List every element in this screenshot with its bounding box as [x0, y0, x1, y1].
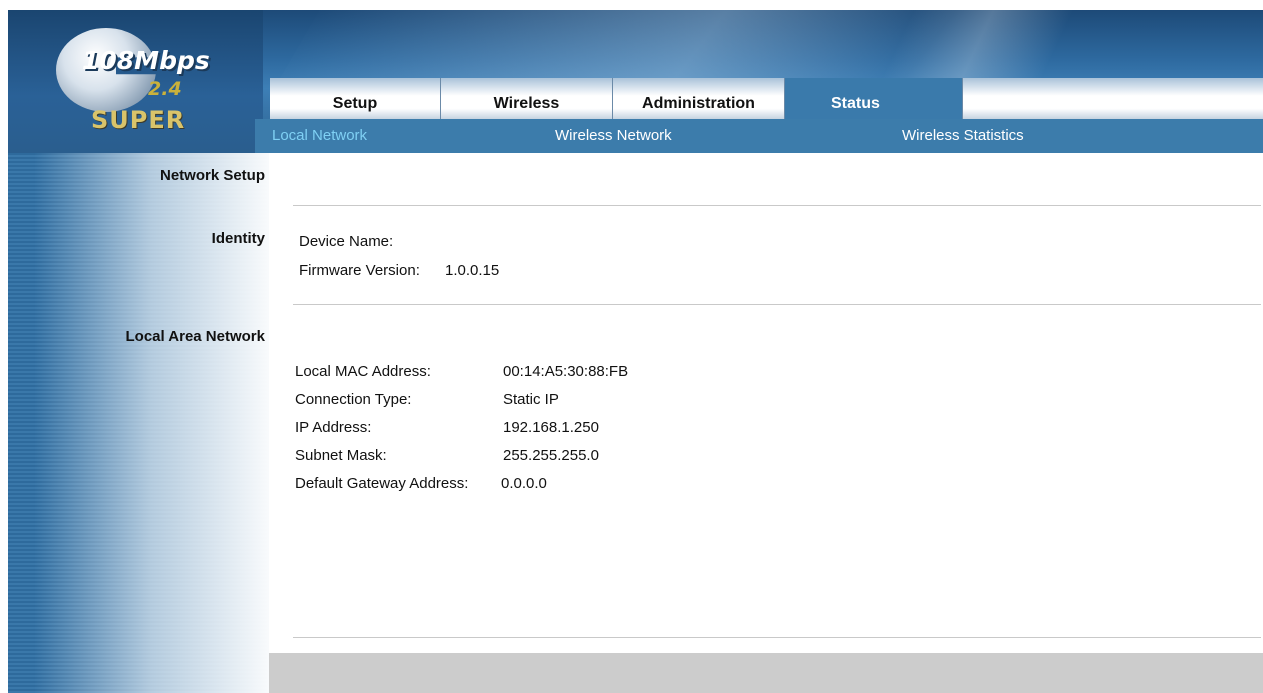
section-title-network-setup: Network Setup	[159, 167, 265, 184]
subnav-local-network[interactable]: Local Network	[272, 127, 367, 144]
default-gateway-value: 0.0.0.0	[501, 475, 547, 492]
sub-navigation: Local Network Wireless Network Wireless …	[255, 119, 1263, 153]
firmware-version-value: 1.0.0.15	[445, 262, 500, 279]
divider	[293, 205, 1261, 206]
logo-brand-text: SUPER	[91, 106, 186, 134]
logo-band-text: 2.4	[148, 78, 182, 100]
logo-speed-text: 108Mbps	[82, 46, 210, 75]
divider	[293, 304, 1261, 305]
section-title-identity: Identity	[211, 230, 265, 247]
divider	[293, 637, 1261, 638]
firmware-version-label: Firmware Version:	[299, 262, 420, 279]
device-name-label: Device Name:	[299, 233, 394, 250]
ip-address-label: IP Address:	[295, 419, 372, 436]
logo: 108Mbps 2.4 SUPER	[8, 10, 263, 153]
section-title-local-area-network: Local Area Network	[125, 328, 266, 345]
main-content: Device Name: Firmware Version: 1.0.0.15 …	[269, 153, 1263, 653]
subnet-mask-label: Subnet Mask:	[295, 447, 387, 464]
left-sidebar: Network Setup Identity Local Area Networ…	[8, 153, 269, 693]
subnav-wireless-statistics[interactable]: Wireless Statistics	[902, 127, 1024, 144]
ip-address-value: 192.168.1.250	[503, 419, 599, 436]
mac-address-label: Local MAC Address:	[295, 363, 431, 380]
connection-type-label: Connection Type:	[295, 391, 412, 408]
connection-type-value: Static IP	[503, 391, 559, 408]
footer-bar	[269, 653, 1263, 693]
default-gateway-label: Default Gateway Address:	[295, 475, 469, 492]
subnet-mask-value: 255.255.255.0	[503, 447, 599, 464]
subnav-wireless-network[interactable]: Wireless Network	[555, 127, 672, 144]
mac-address-value: 00:14:A5:30:88:FB	[503, 363, 629, 380]
